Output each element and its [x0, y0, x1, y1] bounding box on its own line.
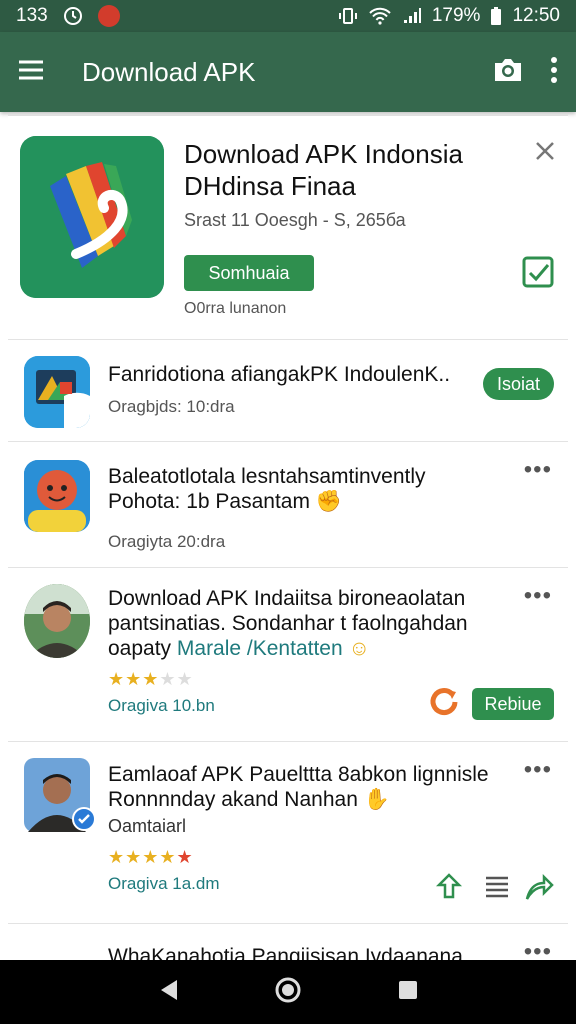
review-button[interactable]: Rebiue [472, 688, 554, 720]
list-item[interactable]: Download APK Indaiitsa bironeaolatan pan… [8, 568, 568, 742]
list-item[interactable]: Fanridotiona afiangakPK IndoulenK.. Orag… [8, 340, 568, 442]
share-icon[interactable] [524, 872, 554, 907]
status-clock: 12:50 [512, 5, 560, 26]
camera-icon[interactable] [492, 56, 524, 89]
checkbox-icon[interactable] [522, 256, 554, 293]
navigation-bar [0, 960, 576, 1024]
list-item-title: WhaKanahotia Pangiisisan Iydaanana [108, 945, 463, 960]
emoji-icon: ☺ [348, 637, 370, 660]
list-item[interactable]: Eamlaoaf APK Pauelttta 8abkon lignnisle … [8, 742, 568, 924]
upload-icon[interactable] [434, 872, 464, 907]
featured-install-button[interactable]: Somhuaia [184, 255, 314, 291]
list-item-meta: Oragbjds: 10:dra [108, 397, 235, 416]
list-item-title-line3: oapaty Marale /Kentatten ☺ [108, 637, 370, 660]
avatar [24, 758, 96, 832]
emoji-icon: ✋ [363, 788, 390, 811]
notification-app-icon [97, 5, 120, 27]
more-options-icon[interactable]: ••• [524, 756, 552, 784]
featured-subtitle: Srast 11 Ooesgh - S, 265ба [184, 210, 406, 230]
emoji-icon: ✊ [315, 490, 342, 513]
refresh-icon[interactable] [428, 686, 460, 723]
list-item-subline: Oamtaiarl [108, 816, 187, 836]
featured-text: Download APK Indonsia DHdinsa Finaa Sras… [184, 138, 534, 231]
avatar [24, 584, 90, 658]
list-item-title-line1: Download APK Indaiitsa bironeaolatan [108, 587, 466, 610]
back-icon[interactable] [157, 978, 179, 1007]
more-options-icon[interactable]: ••• [524, 582, 552, 610]
status-time-left: 133 [16, 5, 48, 26]
list-item-title-line2: Ronnnnday akand Nanhan ✋ [108, 788, 390, 811]
close-icon[interactable] [534, 140, 556, 167]
list-item-highlight: Marale /Kentatten [176, 637, 343, 660]
featured-title-line1: Download APK Indonsia [184, 139, 463, 169]
recents-icon[interactable] [397, 979, 419, 1006]
list-item-text: Fanridotiona afiangakPK IndoulenK.. Orag… [108, 362, 508, 417]
app-list: Download APK Indonsia DHdinsa Finaa Sras… [8, 114, 568, 960]
signal-icon [402, 7, 422, 25]
app-bar-title: Download APK [82, 56, 256, 87]
rating-stars: ★★★★★ [108, 847, 194, 867]
vibrate-icon [338, 6, 358, 26]
list-details-icon[interactable] [484, 874, 510, 905]
list-item[interactable]: WhaKanahotia Pangiisisan Iydaanana ••• [8, 924, 568, 960]
app-icon [24, 356, 90, 428]
featured-title-line2: DHdinsa Finaa [184, 171, 356, 201]
list-item-title-line2: Pohota: 1b Pasantam ✊ [108, 490, 342, 513]
featured-app-icon [20, 136, 164, 298]
list-item-meta: Oragiyta 20:dra [108, 532, 226, 551]
alarm-icon [62, 5, 84, 27]
menu-icon[interactable] [18, 59, 44, 86]
home-icon[interactable] [274, 976, 302, 1009]
battery-level: 179% [431, 5, 481, 26]
list-item-title-line1: Baleatotlotala lesntahsamtinvently [108, 465, 426, 488]
verified-badge-icon [72, 807, 96, 836]
list-item-title-line1: Eamlaoaf APK Pauelttta 8abkon lignnisle [108, 763, 489, 786]
featured-meta: O0rra lunanon [184, 300, 287, 317]
list-item-title-line2: pantsinatias. Sondanhar t faolngahdan [108, 612, 468, 635]
battery-icon [490, 6, 502, 26]
install-button[interactable]: Isoiat [482, 368, 554, 400]
list-item-text: WhaKanahotia Pangiisisan Iydaanana [108, 944, 508, 960]
more-vertical-icon[interactable] [550, 56, 558, 88]
wifi-icon [368, 6, 392, 26]
featured-app-card[interactable]: Download APK Indonsia DHdinsa Finaa Sras… [8, 114, 568, 340]
app-icon [24, 460, 90, 532]
list-item-text: Baleatotlotala lesntahsamtinvently Pohot… [108, 464, 508, 552]
list-item-title: Fanridotiona afiangakPK IndoulenK.. [108, 363, 451, 386]
status-bar: 133 179% 12:50 [0, 0, 576, 32]
more-options-icon[interactable]: ••• [524, 456, 552, 484]
list-item[interactable]: Baleatotlotala lesntahsamtinvently Pohot… [8, 442, 568, 568]
app-bar: Download APK [0, 32, 576, 112]
more-options-icon[interactable]: ••• [524, 938, 552, 960]
